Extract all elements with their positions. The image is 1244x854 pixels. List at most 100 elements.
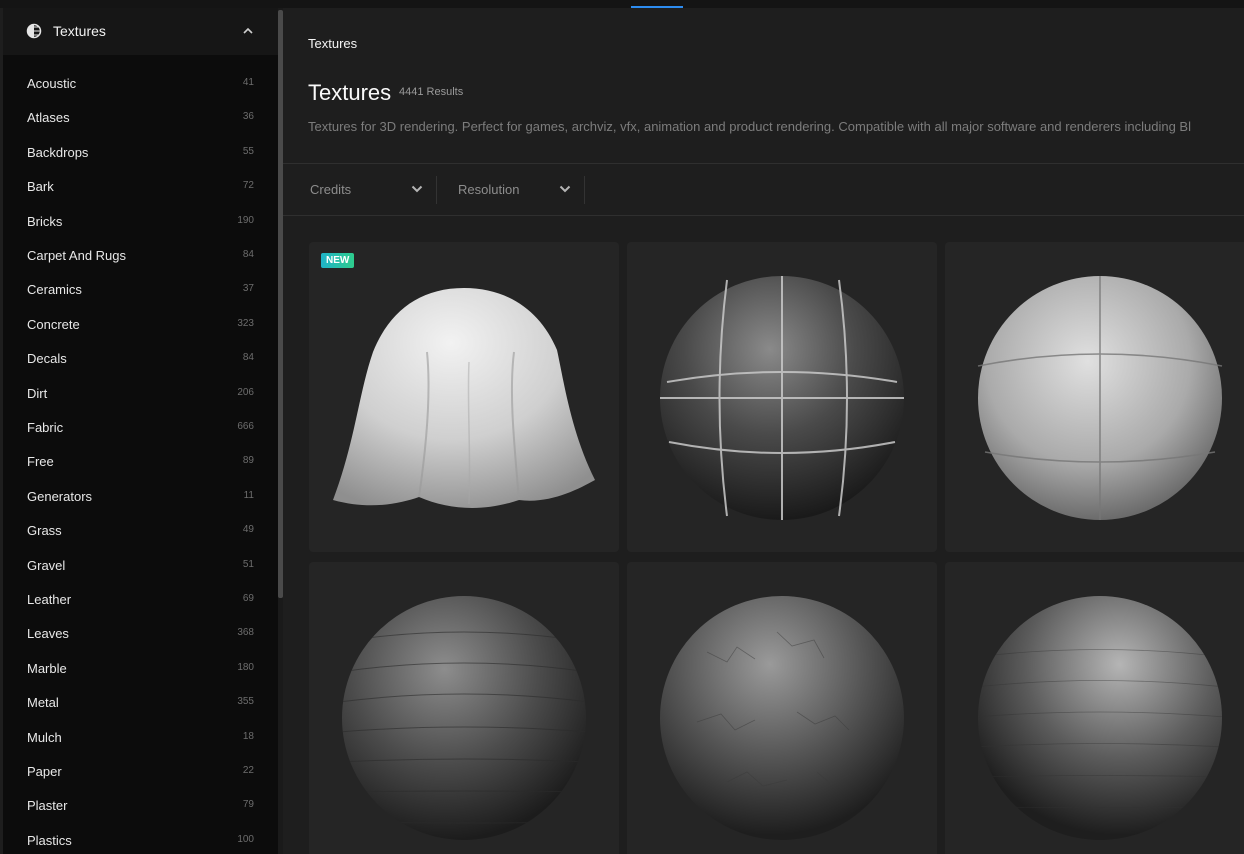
sidebar-item-count: 55 (242, 145, 254, 157)
sidebar-item-metal[interactable]: Metal 355 (3, 686, 278, 720)
textures-icon (26, 23, 42, 39)
sidebar-item-count: 666 (237, 421, 254, 432)
sidebar-item-count: 89 (242, 455, 254, 467)
sidebar-item-count: 37 (242, 283, 254, 295)
sidebar-item-concrete[interactable]: Concrete 323 (3, 308, 278, 342)
sidebar-item-label: Metal (27, 695, 59, 711)
sidebar-item-count: 100 (237, 833, 254, 845)
sidebar-item-label: Plaster (27, 798, 68, 814)
sidebar-item-label: Backdrops (27, 144, 89, 160)
sidebar-item-label: Marble (27, 660, 67, 676)
sidebar-item-decals[interactable]: Decals 84 (3, 342, 278, 376)
sidebar-item-gravel[interactable]: Gravel 51 (3, 549, 278, 583)
chevron-down-icon (411, 185, 423, 193)
chevron-up-icon[interactable] (242, 26, 254, 36)
sidebar-section-header[interactable]: Textures (3, 8, 278, 55)
sidebar-item-count: 22 (242, 765, 254, 776)
sidebar-item-label: Bark (27, 179, 54, 195)
sidebar-item-label: Acoustic (27, 76, 77, 91)
sidebar-item-plastics[interactable]: Plastics 100 (3, 824, 278, 854)
sidebar-item-count: 51 (242, 558, 254, 570)
sidebar-item-label: Ceramics (27, 282, 82, 298)
sidebar-item-label: Decals (27, 351, 67, 367)
sidebar-item-label: Free (27, 454, 54, 470)
breadcrumb[interactable]: Textures (308, 36, 357, 51)
sidebar-item-leaves[interactable]: Leaves 368 (3, 617, 278, 651)
credits-filter-label: Credits (310, 182, 352, 197)
concrete-sphere-preview (977, 276, 1223, 520)
sidebar-item-paper[interactable]: Paper 22 (3, 755, 278, 789)
sidebar-item-count: 355 (237, 696, 254, 708)
wood-sphere-preview (342, 596, 586, 840)
fabric-preview (333, 288, 595, 508)
sidebar-title: Textures (53, 23, 106, 39)
sidebar-item-free[interactable]: Free 89 (3, 445, 278, 479)
sidebar-item-acoustic[interactable]: Acoustic 41 (3, 67, 278, 101)
sidebar-item-fabric[interactable]: Fabric 666 (3, 411, 278, 445)
texture-card[interactable] (627, 242, 937, 552)
new-badge: NEW (321, 253, 355, 268)
sidebar-item-count: 49 (242, 524, 254, 536)
sidebar-item-label: Fabric (27, 420, 64, 435)
sidebar-item-carpet-and-rugs[interactable]: Carpet And Rugs 84 (3, 239, 278, 273)
texture-card[interactable] (309, 562, 619, 854)
sidebar-item-label: Mulch (27, 729, 62, 745)
main-content: Textures Textures 4441 Results Textures … (283, 8, 1244, 854)
top-bar (0, 0, 1244, 8)
sidebar-item-count: 206 (237, 386, 254, 398)
sidebar-item-count: 84 (242, 352, 254, 364)
sidebar-item-count: 72 (242, 180, 254, 192)
sidebar-item-label: Paper (27, 764, 62, 779)
sidebar: Textures Acoustic 41 Atlases 36 Backdrops 55 B… (3, 8, 278, 854)
sidebar-item-count: 11 (243, 489, 254, 501)
sidebar-item-count: 323 (237, 317, 254, 329)
sidebar-item-count: 69 (242, 593, 254, 604)
resolution-filter-label: Resolution (458, 182, 520, 197)
sidebar-item-count: 190 (237, 214, 254, 226)
leather-sphere-preview (660, 596, 904, 840)
page-title: Textures (308, 80, 392, 105)
sidebar-item-mulch[interactable]: Mulch 18 (3, 721, 278, 755)
sidebar-item-label: Plastics (27, 832, 72, 848)
credits-filter[interactable]: Credits (283, 164, 437, 215)
dark-tile-sphere-preview (660, 276, 904, 520)
texture-card[interactable] (945, 562, 1244, 854)
sidebar-item-backdrops[interactable]: Backdrops 55 (3, 136, 278, 170)
texture-card[interactable] (945, 242, 1244, 552)
results-count: 4441 Results (399, 86, 464, 98)
sidebar-item-count: 41 (242, 77, 254, 88)
sidebar-item-ceramics[interactable]: Ceramics 37 (3, 273, 278, 307)
texture-card[interactable]: NEW (309, 242, 619, 552)
sidebar-item-count: 180 (237, 661, 254, 673)
sidebar-item-label: Generators (27, 488, 93, 504)
sidebar-item-marble[interactable]: Marble 180 (3, 652, 278, 686)
sidebar-item-plaster[interactable]: Plaster 79 (3, 789, 278, 823)
resolution-filter[interactable]: Resolution (437, 164, 585, 215)
sidebar-item-label: Dirt (27, 385, 48, 401)
page-description: Textures for 3D rendering. Perfect for g… (308, 119, 1191, 134)
sidebar-item-count: 36 (242, 111, 254, 123)
sidebar-item-bricks[interactable]: Bricks 190 (3, 205, 278, 239)
sidebar-item-label: Atlases (27, 110, 70, 126)
chevron-down-icon (559, 185, 571, 193)
sidebar-item-generators[interactable]: Generators 11 (3, 480, 278, 514)
sidebar-item-label: Gravel (27, 557, 66, 573)
divider (283, 215, 1244, 216)
sidebar-item-label: Leaves (27, 626, 69, 642)
filter-divider (584, 176, 585, 204)
texture-card[interactable] (627, 562, 937, 854)
sidebar-item-count: 18 (242, 730, 254, 742)
sidebar-item-label: Carpet And Rugs (27, 248, 127, 263)
sidebar-item-count: 79 (242, 799, 254, 811)
sidebar-item-label: Bricks (27, 213, 63, 229)
sidebar-item-bark[interactable]: Bark 72 (3, 170, 278, 204)
sidebar-item-leather[interactable]: Leather 69 (3, 583, 278, 617)
sidebar-item-grass[interactable]: Grass 49 (3, 514, 278, 548)
sidebar-item-count: 84 (242, 249, 254, 260)
sidebar-item-count: 368 (237, 627, 254, 639)
brushed-sphere-preview (978, 596, 1222, 840)
sidebar-item-label: Grass (27, 523, 62, 539)
sidebar-item-dirt[interactable]: Dirt 206 (3, 377, 278, 411)
sidebar-item-label: Concrete (27, 316, 80, 332)
sidebar-item-atlases[interactable]: Atlases 36 (3, 101, 278, 135)
